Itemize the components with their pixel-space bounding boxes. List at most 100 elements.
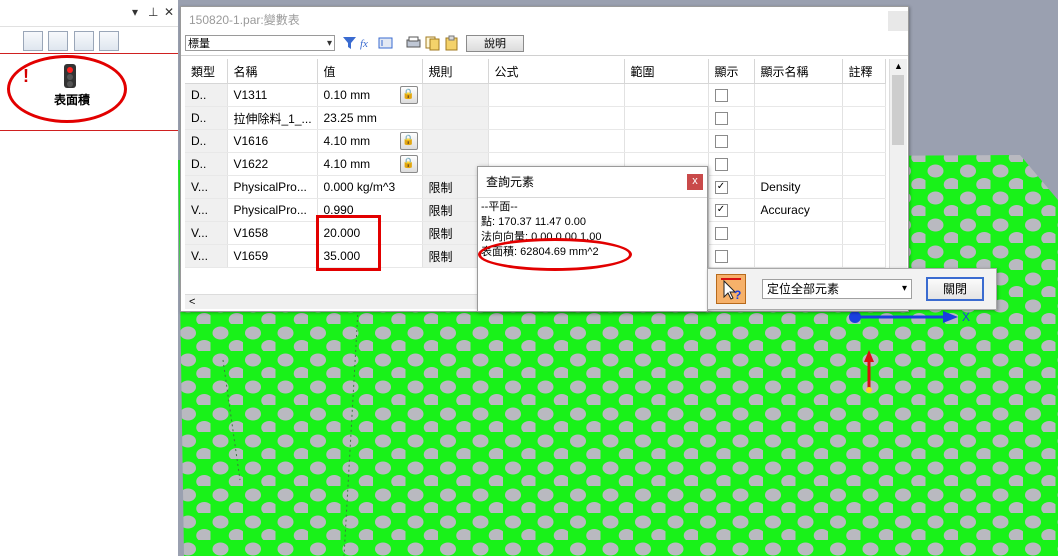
cell-name[interactable]: PhysicalPro... [227,198,318,222]
cell-comment[interactable] [842,221,886,245]
tool-button-4[interactable] [99,31,120,51]
lock-icon[interactable]: 🔒 [399,132,418,150]
col-header-value[interactable]: 值 [317,59,423,84]
col-header-range[interactable]: 範圍 [624,59,709,84]
window-close-button[interactable] [888,11,908,31]
cell-name[interactable]: V1311 [227,83,318,107]
cell-show[interactable] [708,106,755,130]
table-row[interactable]: D.. V1616 4.10 mm 🔒 [185,129,886,153]
cell-value[interactable]: 0.10 mm 🔒 [317,83,423,107]
cell-value[interactable]: 0.000 kg/m^3 [317,175,423,199]
col-header-name[interactable]: 名稱 [227,59,318,84]
cell-comment[interactable] [842,152,886,176]
cell-name[interactable]: V1616 [227,129,318,153]
cell-range[interactable] [624,129,709,153]
cell-display-name[interactable]: Accuracy [754,198,843,222]
cell-formula[interactable] [488,83,625,107]
show-checkbox[interactable] [714,135,728,149]
cell-show[interactable] [708,83,755,107]
scroll-left-icon[interactable]: < [189,296,195,308]
cell-display-name[interactable] [754,83,843,107]
axis-triad[interactable]: X [838,300,978,400]
cell-comment[interactable] [842,175,886,199]
cell-type[interactable]: V... [185,221,228,245]
close-button[interactable]: 關閉 [926,277,984,301]
cell-type[interactable]: D.. [185,106,228,130]
sort-icon[interactable] [377,35,394,51]
cell-type[interactable]: V... [185,244,228,268]
cell-show[interactable] [708,152,755,176]
show-checkbox[interactable]: ✓ [714,204,728,218]
tool-button-2[interactable] [48,31,69,51]
cell-display-name[interactable] [754,221,843,245]
cell-show[interactable]: ✓ [708,198,755,222]
copy-icon[interactable] [424,35,441,51]
col-header-display-name[interactable]: 顯示名稱 [754,59,843,84]
cell-name[interactable]: V1658 [227,221,318,245]
query-element-dialog[interactable]: 查詢元素 x --平面-- 點: 170.37 11.47 0.00 法向向量:… [477,166,708,312]
cell-type[interactable]: D.. [185,129,228,153]
close-icon[interactable]: ✕ [164,5,174,19]
cell-name[interactable]: V1622 [227,152,318,176]
cell-show[interactable]: ✓ [708,175,755,199]
cell-name[interactable]: V1659 [227,244,318,268]
filter-icon[interactable] [341,35,358,51]
col-header-type[interactable]: 類型 [185,59,228,84]
cell-formula[interactable] [488,129,625,153]
cell-formula[interactable] [488,106,625,130]
tool-button-1[interactable] [23,31,43,51]
dialog-close-icon[interactable]: x [687,174,703,190]
cell-rule[interactable] [422,106,489,130]
cell-display-name[interactable]: Density [754,175,843,199]
locate-mode-dropdown[interactable]: 定位全部元素 ▾ [762,279,912,299]
cell-value[interactable]: 23.25 mm [317,106,423,130]
cell-display-name[interactable] [754,106,843,130]
show-checkbox[interactable]: ✓ [714,181,728,195]
filter-dropdown[interactable]: 標量 ▾ [185,35,335,51]
tool-button-3[interactable] [73,31,94,51]
col-header-rule[interactable]: 規則 [422,59,489,84]
cell-rule[interactable] [422,129,489,153]
col-header-comment[interactable]: 註釋 [842,59,886,84]
cell-type[interactable]: D.. [185,83,228,107]
cell-comment[interactable] [842,106,886,130]
cell-show[interactable] [708,244,755,268]
cell-name[interactable]: PhysicalPro... [227,175,318,199]
fx-icon[interactable]: fx [359,35,376,51]
show-checkbox[interactable] [714,250,728,264]
cell-show[interactable] [708,221,755,245]
show-checkbox[interactable] [714,158,728,172]
cell-name[interactable]: 拉伸除料_1_... [227,106,318,130]
col-header-formula[interactable]: 公式 [488,59,625,84]
col-header-show[interactable]: 顯示 [708,59,755,84]
show-checkbox[interactable] [714,89,728,103]
pane-dropdown-icon[interactable]: ▾ [132,5,138,19]
show-checkbox[interactable] [714,227,728,241]
cell-comment[interactable] [842,83,886,107]
cell-type[interactable]: V... [185,175,228,199]
show-checkbox[interactable] [714,112,728,126]
lock-icon[interactable]: 🔒 [399,155,418,173]
cell-rule[interactable] [422,83,489,107]
cell-range[interactable] [624,83,709,107]
query-cursor-icon[interactable]: ? [716,274,746,304]
cell-range[interactable] [624,106,709,130]
cell-type[interactable]: V... [185,198,228,222]
table-row[interactable]: D.. V1311 0.10 mm 🔒 [185,83,886,107]
help-button[interactable]: 說明 [466,35,524,52]
paste-icon[interactable] [443,35,460,51]
cell-show[interactable] [708,129,755,153]
cell-type[interactable]: D.. [185,152,228,176]
cell-display-name[interactable] [754,152,843,176]
pin-icon[interactable]: ⊥ [148,5,158,19]
lock-icon[interactable]: 🔒 [399,86,418,104]
cell-comment[interactable] [842,198,886,222]
cell-value[interactable]: 4.10 mm 🔒 [317,152,423,176]
cell-display-name[interactable] [754,129,843,153]
cell-comment[interactable] [842,129,886,153]
print-icon[interactable] [405,35,422,51]
scroll-up-icon[interactable]: ▲ [890,59,907,73]
cell-display-name[interactable] [754,244,843,268]
cell-value[interactable]: 4.10 mm 🔒 [317,129,423,153]
table-row[interactable]: D.. 拉伸除料_1_... 23.25 mm [185,106,886,130]
